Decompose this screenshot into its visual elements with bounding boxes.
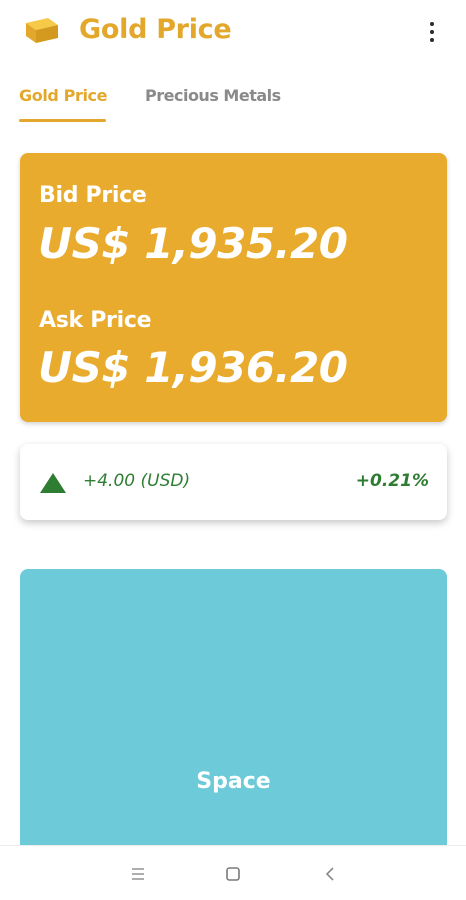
- space-card: Space: [20, 569, 447, 859]
- more-vert-icon: [430, 22, 434, 26]
- app-bar: Gold Price: [0, 0, 466, 66]
- bid-price-label: Bid Price: [39, 183, 147, 208]
- system-nav-bar: [0, 845, 466, 900]
- ask-price-value: US$ 1,936.20: [38, 343, 348, 392]
- price-card: Bid Price US$ 1,935.20 Ask Price US$ 1,9…: [20, 153, 447, 422]
- triangle-up-icon: [40, 473, 66, 493]
- change-percent: +0.21%: [355, 471, 429, 491]
- app-screen: Gold Price Gold Price Precious Metals Bi…: [0, 0, 466, 900]
- more-vert-icon-dot: [430, 30, 434, 34]
- tab-indicator: [19, 119, 106, 122]
- tab-bar: Gold Price Precious Metals: [0, 72, 466, 124]
- change-amount: +4.00 (USD): [83, 471, 191, 491]
- price-change-card: +4.00 (USD) +0.21%: [20, 444, 447, 520]
- gold-bar-icon: [26, 18, 58, 43]
- recents-icon[interactable]: [126, 862, 150, 886]
- more-options-button[interactable]: [420, 18, 444, 46]
- more-vert-icon-dot: [430, 38, 434, 42]
- back-icon[interactable]: [318, 862, 342, 886]
- tab-precious-metals[interactable]: Precious Metals: [145, 86, 281, 105]
- app-title: Gold Price: [79, 14, 232, 45]
- bid-price-value: US$ 1,935.20: [38, 219, 348, 268]
- ask-price-label: Ask Price: [39, 308, 152, 333]
- tab-gold-price[interactable]: Gold Price: [19, 86, 107, 105]
- space-label: Space: [196, 769, 271, 794]
- home-icon[interactable]: [221, 862, 245, 886]
